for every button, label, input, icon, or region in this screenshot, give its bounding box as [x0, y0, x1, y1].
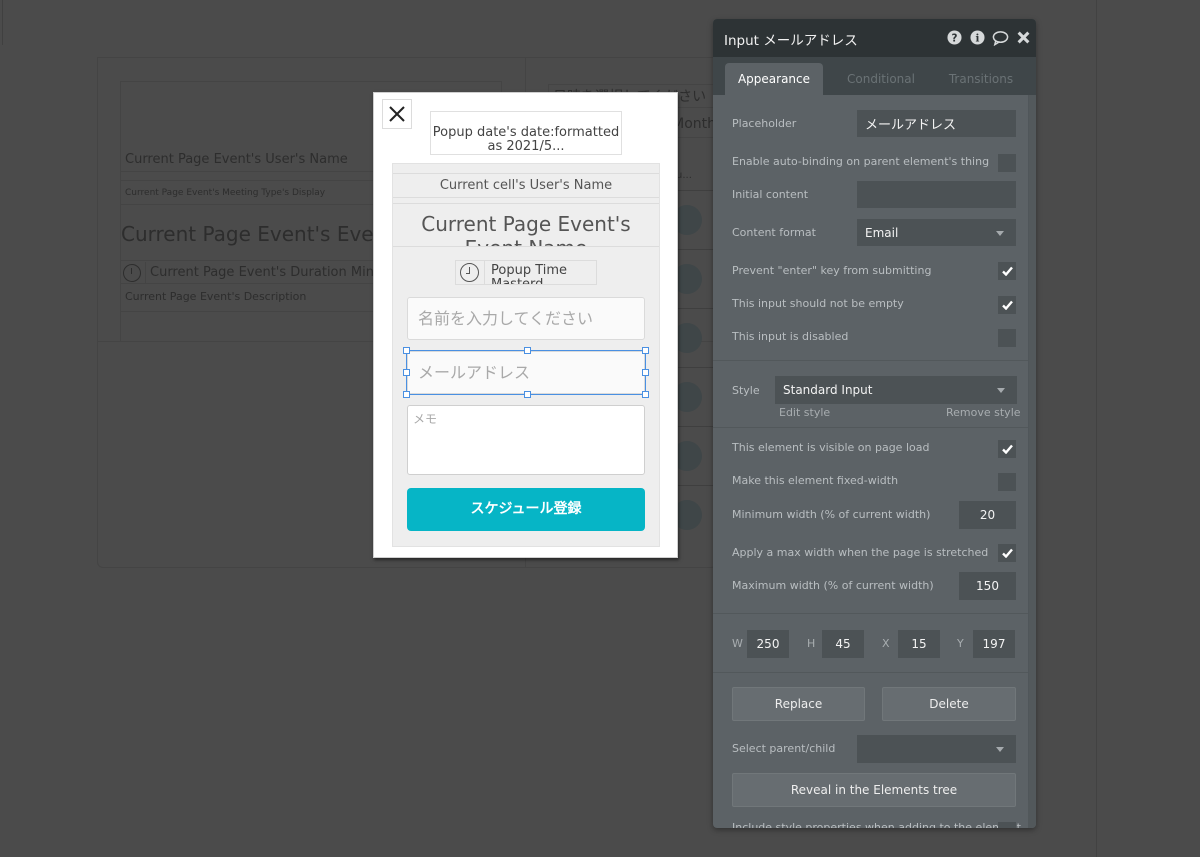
section-divider	[713, 360, 1028, 361]
tab-conditional[interactable]: Conditional	[831, 63, 931, 95]
style-value: Standard Input	[783, 383, 873, 397]
clock-icon	[460, 263, 479, 282]
select-parent-dropdown[interactable]	[857, 735, 1016, 763]
content-format-dropdown[interactable]: Email	[857, 219, 1016, 246]
bg-truncated-text: u...	[676, 170, 692, 181]
content-format-value: Email	[865, 225, 899, 240]
placeholder-field[interactable]: メールアドレス	[857, 110, 1016, 137]
clock-icon-cell	[456, 261, 485, 284]
panel-title: Input メールアドレス	[724, 33, 858, 49]
initial-content-field[interactable]	[857, 181, 1016, 208]
separator	[145, 261, 146, 283]
memo-textarea[interactable]: メモ	[407, 405, 645, 475]
visible-on-load-checkbox[interactable]	[998, 440, 1016, 458]
chevron-down-icon	[997, 388, 1005, 393]
chevron-down-icon	[996, 747, 1004, 752]
svg-text:?: ?	[952, 32, 958, 44]
y-label: Y	[957, 637, 964, 650]
popup-time-text: Popup Time Masterd	[491, 263, 568, 285]
tab-appearance[interactable]: Appearance	[725, 63, 823, 95]
email-input[interactable]: メールアドレス	[407, 351, 645, 394]
visible-on-load-label: This element is visible on page load	[732, 441, 930, 454]
fixed-width-checkbox[interactable]	[998, 473, 1016, 491]
height-label: H	[807, 637, 816, 650]
checkmark-icon	[1001, 548, 1013, 558]
width-label: W	[732, 637, 743, 650]
editor-frame-edge	[0, 0, 3, 45]
edit-style-link[interactable]: Edit style	[779, 406, 830, 419]
auto-binding-label: Enable auto-binding on parent element's …	[732, 155, 990, 168]
panel-tabs: Appearance Conditional Transitions	[713, 57, 1036, 95]
bg-duration-row[interactable]: Current Page Event's Duration Minutes	[121, 260, 381, 284]
content-format-label: Content format	[732, 226, 816, 239]
delete-button[interactable]: Delete	[882, 687, 1016, 721]
popup-form-group: Current cell's User's Name Current Page …	[392, 163, 660, 547]
select-parent-label: Select parent/child	[732, 742, 836, 755]
apply-max-width-checkbox[interactable]	[998, 544, 1016, 562]
close-icon	[389, 106, 405, 122]
replace-button[interactable]: Replace	[732, 687, 865, 721]
help-icon[interactable]: ?	[946, 29, 963, 46]
name-input[interactable]: 名前を入力してください	[407, 297, 645, 340]
tab-transitions[interactable]: Transitions	[931, 63, 1031, 95]
schedule-popup: Popup date's date:formatted as 2021/5...…	[373, 92, 678, 558]
info-icon[interactable]: i	[969, 29, 986, 46]
cut-off-option-label: Include style properties when adding to …	[732, 821, 1021, 828]
style-label: Style	[732, 384, 760, 397]
section-divider	[713, 427, 1028, 428]
schedule-register-button[interactable]: スケジュール登録	[407, 488, 645, 531]
editor-right-divider	[1096, 0, 1097, 857]
popup-user-name-text[interactable]: Current cell's User's Name	[393, 173, 659, 198]
panel-header[interactable]: Input メールアドレス ? i	[713, 19, 1036, 57]
checkmark-icon	[1001, 300, 1013, 310]
y-field[interactable]: 197	[973, 630, 1015, 658]
clock-icon	[123, 263, 141, 282]
min-width-field[interactable]: 20	[959, 501, 1016, 529]
checkmark-icon	[1001, 266, 1013, 276]
width-field[interactable]: 250	[747, 630, 789, 658]
popup-event-name-text[interactable]: Current Page Event's Event Name	[393, 203, 659, 247]
disabled-label: This input is disabled	[732, 330, 849, 343]
property-editor-panel: Input メールアドレス ? i Appearance Conditional…	[713, 19, 1036, 828]
max-width-field[interactable]: 150	[959, 572, 1016, 600]
bg-event-name-text[interactable]: Current Page Event's Event Name	[121, 210, 381, 258]
initial-content-label: Initial content	[732, 188, 809, 201]
not-empty-checkbox[interactable]	[998, 296, 1016, 314]
remove-style-link[interactable]: Remove style	[946, 406, 1021, 419]
comment-icon[interactable]	[992, 29, 1009, 46]
x-field[interactable]: 15	[898, 630, 940, 658]
not-empty-label: This input should not be empty	[732, 297, 904, 310]
disabled-checkbox[interactable]	[998, 329, 1016, 347]
min-width-label: Minimum width (% of current width)	[732, 508, 931, 521]
section-divider	[713, 613, 1028, 614]
placeholder-label: Placeholder	[732, 117, 797, 130]
max-width-label: Maximum width (% of current width)	[732, 579, 934, 592]
height-field[interactable]: 45	[822, 630, 864, 658]
svg-text:i: i	[976, 33, 980, 45]
x-label: X	[882, 637, 890, 650]
prevent-enter-checkbox[interactable]	[998, 262, 1016, 280]
checkmark-icon	[1001, 444, 1013, 454]
chevron-down-icon	[996, 230, 1004, 236]
bg-duration-text: Current Page Event's Duration Minutes	[150, 265, 381, 280]
panel-scrollbar-thumb[interactable]	[1028, 95, 1036, 800]
popup-close-button[interactable]	[382, 99, 412, 129]
apply-max-width-label: Apply a max width when the page is stret…	[732, 546, 989, 559]
style-dropdown[interactable]: Standard Input	[775, 376, 1017, 404]
close-icon[interactable]	[1015, 29, 1032, 46]
auto-binding-checkbox[interactable]	[998, 154, 1016, 172]
section-divider	[713, 672, 1028, 673]
popup-time-row[interactable]: Popup Time Masterd	[455, 260, 597, 285]
cut-off-checkbox[interactable]	[998, 822, 1016, 828]
popup-date-text[interactable]: Popup date's date:formatted as 2021/5...	[430, 111, 622, 155]
fixed-width-label: Make this element fixed-width	[732, 474, 899, 487]
reveal-in-elements-tree-button[interactable]: Reveal in the Elements tree	[732, 773, 1016, 807]
prevent-enter-label: Prevent "enter" key from submitting	[732, 264, 932, 277]
